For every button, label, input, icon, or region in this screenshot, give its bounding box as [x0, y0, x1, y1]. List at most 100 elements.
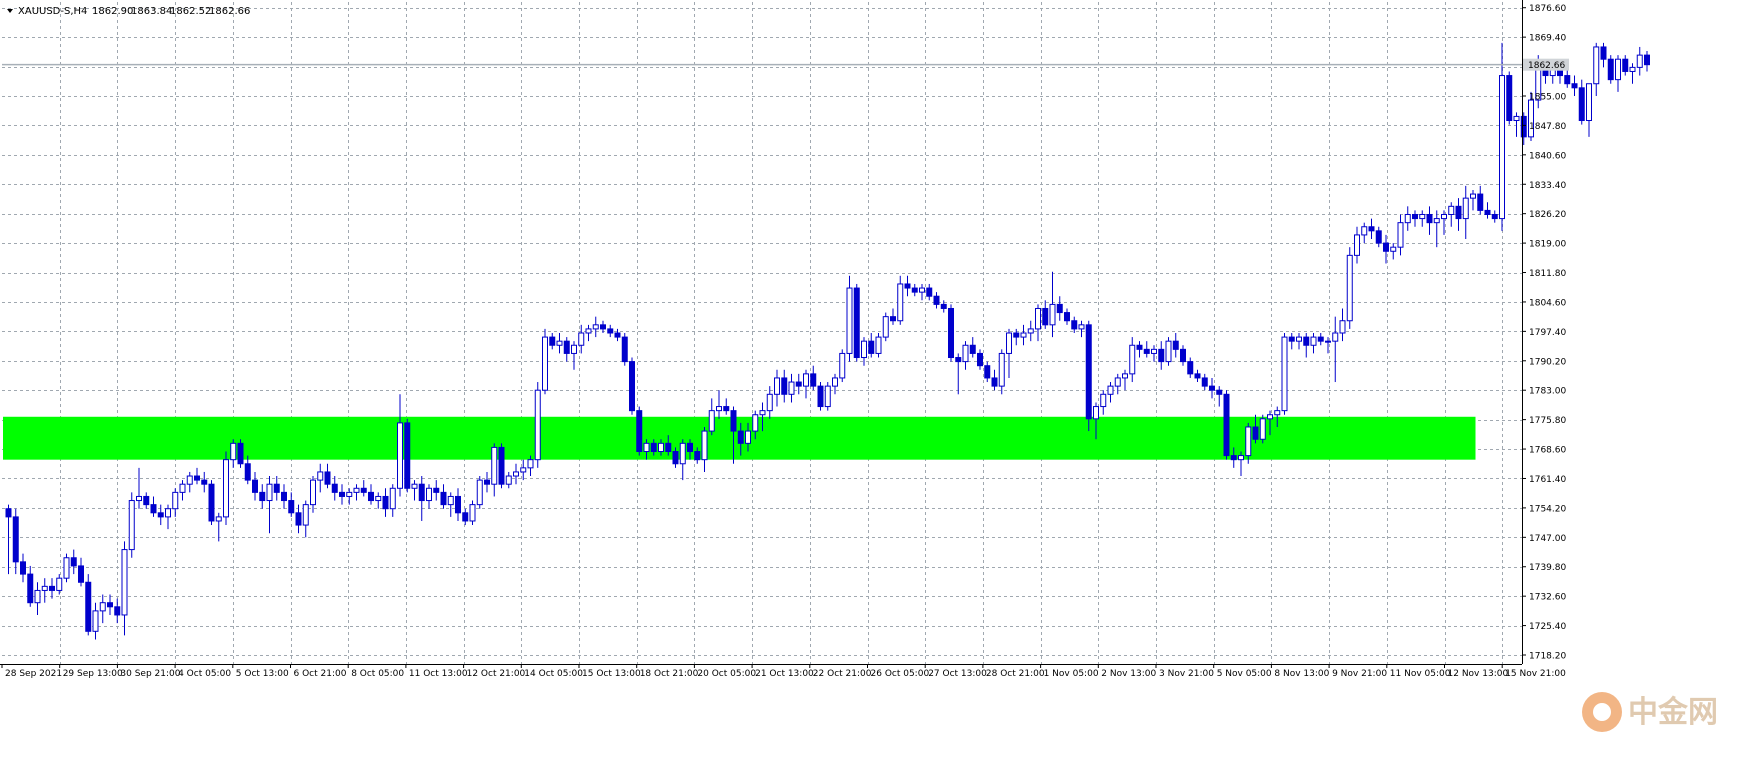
candle-body [1129, 344, 1136, 375]
candle-body [1158, 348, 1165, 363]
candle-body [375, 495, 382, 502]
candle [948, 304, 954, 362]
chart-background [0, 0, 1741, 763]
candle-body [114, 606, 121, 616]
candle-body [984, 365, 991, 379]
candle-body [389, 487, 396, 510]
candle [542, 328, 548, 395]
y-tick-label: 1833.40 [1529, 181, 1566, 191]
candle-body [1230, 455, 1237, 461]
candle-body [1042, 307, 1049, 326]
candle-body [440, 491, 447, 506]
candle-body [20, 561, 26, 575]
candle [621, 333, 628, 366]
candle-body [556, 340, 563, 346]
candle-body [1455, 205, 1462, 220]
candle-body [948, 307, 954, 359]
candle-body [977, 352, 983, 367]
candle-body [636, 410, 643, 453]
candle-body [1303, 336, 1310, 346]
candle-body [1296, 336, 1302, 342]
x-tick-label: 22 Oct 21:00 [813, 669, 872, 679]
candle-body [1194, 373, 1201, 379]
candle-body [737, 430, 744, 444]
candle-body [1644, 54, 1650, 66]
candle-body [1448, 205, 1455, 215]
candle-body [85, 581, 92, 632]
candle-body [1564, 75, 1571, 85]
candle-body [1317, 336, 1324, 342]
y-tick-label: 1718.20 [1529, 652, 1566, 662]
candle-body [969, 344, 976, 354]
candle-body [868, 340, 875, 354]
candle-body [991, 377, 998, 387]
y-tick-label: 1876.60 [1529, 4, 1566, 14]
candle-body [1151, 348, 1157, 354]
candle-body [1361, 226, 1368, 236]
watermark-text: 中金网 [1628, 695, 1718, 730]
candle [469, 500, 476, 526]
x-tick-label: 26 Oct 05:00 [871, 669, 930, 679]
ohlc-low: 1862.52 [170, 6, 211, 17]
candle-body [650, 442, 657, 453]
candle [1259, 414, 1266, 444]
candle-body [1114, 377, 1121, 387]
x-tick-label: 27 Oct 13:00 [928, 669, 987, 679]
candle-body [795, 381, 802, 387]
candle-body [324, 471, 331, 485]
y-tick-label: 1747.00 [1529, 534, 1566, 544]
candle-body [273, 483, 280, 493]
candle-body [70, 557, 77, 567]
candle-body [940, 303, 947, 309]
ohlc-open: 1862.90 [92, 6, 133, 17]
candle-body [34, 589, 41, 604]
candle-body [1325, 340, 1331, 343]
watermark-logo-inner-icon [1593, 703, 1611, 721]
candle-body [846, 287, 853, 354]
candle-body [201, 479, 208, 485]
candle-body [520, 467, 527, 473]
candle-body [1629, 66, 1636, 72]
candle-body [1049, 303, 1056, 326]
candle-body [614, 332, 621, 338]
candle [476, 476, 483, 509]
candle-body [476, 479, 483, 506]
candle-body [803, 373, 809, 387]
candle-body [1462, 197, 1469, 220]
y-tick-label: 1811.80 [1529, 269, 1566, 279]
candle-body [1035, 307, 1041, 330]
candle-body [875, 336, 882, 354]
candle-body [563, 340, 570, 354]
candle-body [455, 495, 461, 514]
candle [1506, 71, 1513, 125]
candle-body [955, 357, 962, 363]
candle [629, 357, 635, 415]
y-tick-label: 1775.80 [1529, 416, 1566, 426]
candle-body [1332, 332, 1339, 342]
candle-body [1093, 406, 1099, 420]
candle-body [1571, 83, 1578, 89]
x-tick-label: 21 Oct 13:00 [755, 669, 814, 679]
candle-body [368, 491, 374, 502]
candle-body [1252, 426, 1259, 440]
candle-body [1056, 303, 1063, 314]
x-tick-label: 1 Nov 05:00 [1044, 669, 1099, 679]
candle-body [1006, 332, 1012, 354]
x-tick-label: 28 Oct 21:00 [986, 669, 1045, 679]
candle-body [600, 324, 606, 330]
candle-body [259, 491, 266, 502]
candle-body [92, 610, 99, 632]
candle-body [527, 459, 534, 469]
x-tick-label: 28 Sep 2021 [5, 669, 62, 679]
candle-body [781, 377, 788, 395]
candle [636, 406, 643, 456]
candle [223, 451, 229, 526]
candle [1281, 333, 1288, 415]
candle-body [534, 389, 541, 461]
candle-body [1375, 230, 1382, 244]
candle-body [926, 287, 933, 297]
candle-body [1078, 324, 1085, 330]
candle-body [1484, 209, 1491, 215]
x-tick-label: 14 Oct 05:00 [524, 669, 583, 679]
candle-body [1441, 213, 1447, 220]
